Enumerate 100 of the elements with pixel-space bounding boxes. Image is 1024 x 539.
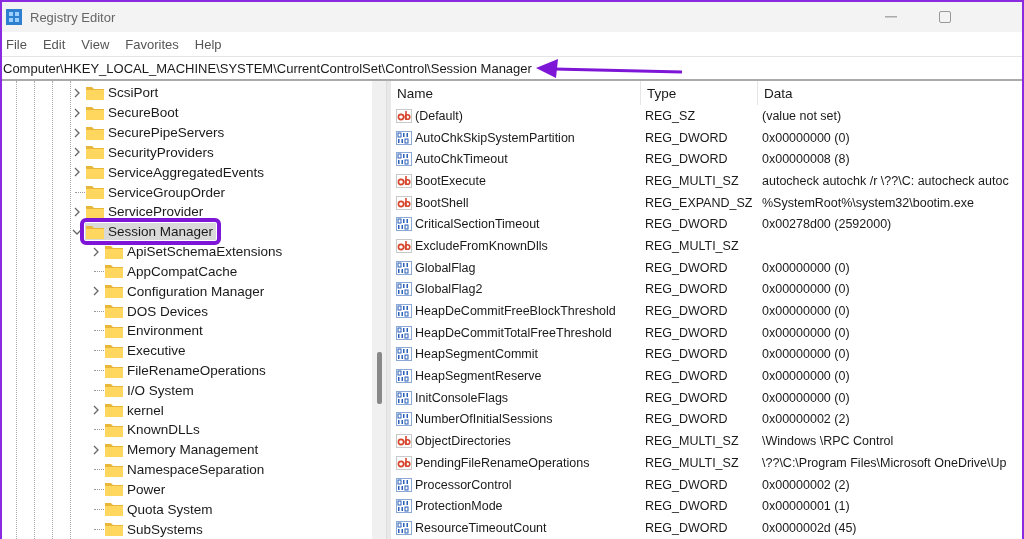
value-data: 0x00000000 (0) xyxy=(761,282,850,297)
binary-value-icon xyxy=(396,129,412,146)
tree-item[interactable]: kernel xyxy=(104,401,167,419)
tree-item[interactable]: ApiSetSchemaExtensions xyxy=(104,243,286,261)
tree-item[interactable]: ServiceAggregatedEvents xyxy=(85,163,268,181)
menu-item[interactable]: File xyxy=(4,36,35,52)
menu-item[interactable]: Edit xyxy=(40,36,74,52)
value-name[interactable]: NumberOfInitialSessions xyxy=(391,411,641,428)
folder-icon xyxy=(105,403,123,418)
chevron-right-icon[interactable] xyxy=(73,107,81,118)
tree-item[interactable]: Power xyxy=(104,480,169,498)
value-data: 0x00000000 (0) xyxy=(761,325,850,340)
value-type: REG_DWORD xyxy=(644,325,728,340)
chevron-right-icon[interactable] xyxy=(73,206,81,217)
value-type: REG_SZ xyxy=(644,108,695,123)
menu-item[interactable]: View xyxy=(79,36,118,52)
binary-value-icon xyxy=(396,281,412,298)
scrollbar[interactable] xyxy=(372,81,387,539)
value-name[interactable]: ProtectionMode xyxy=(391,498,641,515)
tree-item[interactable]: NamespaceSeparation xyxy=(104,461,268,479)
chevron-right-icon[interactable] xyxy=(73,147,81,158)
binary-value-icon xyxy=(396,476,412,493)
binary-value-icon xyxy=(396,324,412,341)
value-data: 0x00000002 (2) xyxy=(761,477,850,492)
tree-item[interactable]: SubSystems xyxy=(104,520,206,538)
folder-icon xyxy=(86,145,104,160)
value-data: 0x00000001 (1) xyxy=(761,499,850,514)
chevron-right-icon[interactable] xyxy=(92,405,100,416)
value-name[interactable]: GlobalFlag xyxy=(391,259,641,276)
value-name[interactable]: PendingFileRenameOperations xyxy=(391,454,641,471)
value-name[interactable]: HeapDeCommitFreeBlockThreshold xyxy=(391,303,641,320)
menu-item[interactable]: Favorites xyxy=(123,36,187,52)
tree-item[interactable]: Memory Management xyxy=(104,441,262,459)
value-name[interactable]: HeapSegmentCommit xyxy=(391,346,641,363)
window-title: Registry Editor xyxy=(30,9,116,25)
value-name[interactable]: HeapDeCommitTotalFreeThreshold xyxy=(391,324,641,341)
column-header[interactable]: Type xyxy=(641,81,758,105)
value-name[interactable]: (Default) xyxy=(391,107,641,124)
column-header[interactable]: Name xyxy=(391,81,641,105)
value-type: REG_DWORD xyxy=(644,152,728,167)
folder-icon xyxy=(105,522,123,537)
value-name[interactable]: ObjectDirectories xyxy=(391,433,641,450)
chevron-right-icon[interactable] xyxy=(92,286,100,297)
tree-item[interactable]: ServiceProvider xyxy=(85,203,207,221)
folder-icon xyxy=(86,165,104,180)
value-name[interactable]: CriticalSectionTimeout xyxy=(391,216,641,233)
string-value-icon xyxy=(396,194,412,211)
tree-item[interactable]: Executive xyxy=(104,342,189,360)
chevron-right-icon[interactable] xyxy=(92,444,100,455)
chevron-right-icon[interactable] xyxy=(73,87,81,98)
value-type: REG_DWORD xyxy=(644,412,728,427)
value-type: REG_DWORD xyxy=(644,217,728,232)
chevron-right-icon[interactable] xyxy=(73,167,81,178)
chevron-right-icon[interactable] xyxy=(92,246,100,257)
value-name[interactable]: AutoChkSkipSystemPartition xyxy=(391,129,641,146)
value-name[interactable]: ResourceTimeoutCount xyxy=(391,519,641,536)
tree-item[interactable]: Configuration Manager xyxy=(104,282,268,300)
value-name[interactable]: GlobalFlag2 xyxy=(391,281,641,298)
value-type: REG_DWORD xyxy=(644,499,728,514)
binary-value-icon xyxy=(396,411,412,428)
binary-value-icon xyxy=(396,368,412,385)
value-name[interactable]: ExcludeFromKnownDlls xyxy=(391,237,641,254)
tree-item[interactable]: AppCompatCache xyxy=(104,262,241,280)
tree-item[interactable]: SecurityProviders xyxy=(85,143,217,161)
folder-icon xyxy=(105,482,123,497)
value-data: 0x00000000 (0) xyxy=(761,130,850,145)
value-name[interactable]: BootShell xyxy=(391,194,641,211)
value-data: 0x00000000 (0) xyxy=(761,369,850,384)
tree-item[interactable]: SecureBoot xyxy=(85,104,182,122)
tree-item[interactable]: KnownDLLs xyxy=(104,421,203,439)
tree-item[interactable]: DOS Devices xyxy=(104,302,212,320)
string-value-icon xyxy=(396,107,412,124)
value-data: 0x0000002d (45) xyxy=(761,520,857,535)
tree-item[interactable]: SecurePipeServers xyxy=(85,124,228,142)
value-type: REG_MULTI_SZ xyxy=(644,434,739,449)
address-bar[interactable]: Computer\HKEY_LOCAL_MACHINE\SYSTEM\CurrentControlSet\Control\Session Manager xyxy=(2,56,1022,81)
column-header[interactable]: Data xyxy=(758,81,1022,105)
value-data: %SystemRoot%\system32\bootim.exe xyxy=(761,195,974,210)
tree-item[interactable]: Quota System xyxy=(104,500,216,518)
value-name[interactable]: AutoChkTimeout xyxy=(391,151,641,168)
tree-item[interactable]: ServiceGroupOrder xyxy=(85,183,229,201)
maximize-icon[interactable] xyxy=(939,11,951,23)
value-name[interactable]: ProcessorControl xyxy=(391,476,641,493)
tree-item[interactable]: I/O System xyxy=(104,381,197,399)
value-type: REG_MULTI_SZ xyxy=(644,455,739,470)
tree-item[interactable]: FileRenameOperations xyxy=(104,362,269,379)
folder-icon xyxy=(105,323,123,338)
folder-icon xyxy=(86,224,104,239)
value-data: \Windows \RPC Control xyxy=(761,434,894,449)
registry-app-icon xyxy=(6,9,22,25)
folder-icon xyxy=(86,185,104,200)
value-name[interactable]: BootExecute xyxy=(391,172,641,189)
value-name[interactable]: HeapSegmentReserve xyxy=(391,368,641,385)
menu-item[interactable]: Help xyxy=(192,36,230,52)
folder-icon xyxy=(105,264,123,279)
tree-item[interactable]: ScsiPort xyxy=(85,84,162,102)
chevron-right-icon[interactable] xyxy=(73,127,81,138)
value-type: REG_EXPAND_SZ xyxy=(644,195,753,210)
value-name[interactable]: InitConsoleFlags xyxy=(391,389,641,406)
tree-item[interactable]: Environment xyxy=(104,322,206,340)
